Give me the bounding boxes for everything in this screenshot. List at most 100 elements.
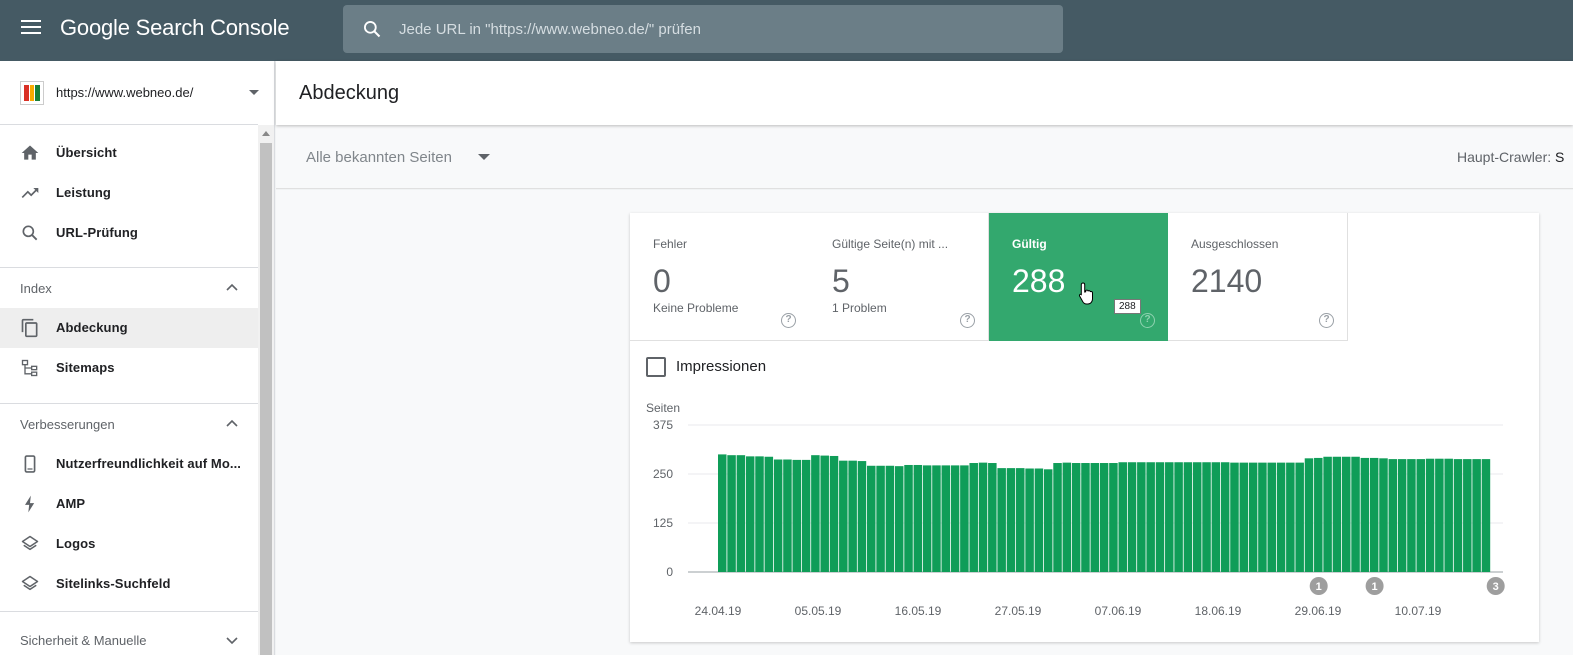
tile-value: 288: [1012, 263, 1066, 299]
chart-bar: [1314, 457, 1323, 572]
chart-bar: [848, 460, 857, 572]
top-app-bar: Google Search Console: [0, 0, 1573, 61]
chart-bar: [941, 465, 951, 572]
sidebar-item-sitemaps[interactable]: Sitemaps: [0, 348, 258, 388]
chart-bar: [1444, 458, 1453, 572]
scroll-up-arrow-icon[interactable]: [262, 131, 270, 136]
chart-bar: [969, 463, 978, 572]
chart-bar: [764, 456, 774, 572]
y-tick-label: 0: [666, 565, 673, 579]
tile-errors[interactable]: Fehler 0 Keine Probleme ?: [630, 213, 810, 341]
help-icon[interactable]: ?: [781, 313, 796, 328]
sitemap-icon: [21, 359, 38, 377]
impressions-label: Impressionen: [676, 358, 767, 375]
section-label: Verbesserungen: [20, 417, 115, 432]
chart-bar: [1146, 462, 1155, 572]
sidebar-item-mobile-usability[interactable]: Nutzerfreundlichkeit auf Mo...: [0, 444, 258, 484]
tile-valid-with-warnings[interactable]: Gültige Seite(n) mit ... 5 1 Problem ?: [809, 213, 989, 341]
tile-value: 2140: [1191, 263, 1263, 299]
chart-bar: [1388, 459, 1398, 572]
layers-icon: [21, 575, 39, 591]
chart-bar: [1481, 459, 1491, 572]
sidebar-item-label: Übersicht: [56, 145, 117, 160]
chart-bar: [1183, 462, 1193, 572]
chart-bar: [1472, 459, 1481, 572]
chart-bar: [876, 465, 885, 572]
annotation-label: 3: [1493, 581, 1499, 593]
chart-bar: [1286, 462, 1295, 572]
tile-valid[interactable]: Gültig 288 ?: [989, 213, 1169, 341]
chart-bar: [1034, 468, 1044, 572]
sidebar-item-overview[interactable]: Übersicht: [0, 133, 258, 173]
scrollbar-thumb[interactable]: [260, 143, 272, 655]
search-input[interactable]: [399, 5, 1039, 53]
search-icon: [22, 225, 38, 241]
menu-icon[interactable]: [21, 20, 41, 36]
tile-title: Fehler: [653, 237, 688, 251]
help-icon[interactable]: ?: [960, 313, 975, 328]
section-header-security[interactable]: Sicherheit & Manuelle: [0, 620, 258, 655]
chart-bar: [885, 465, 895, 572]
layers-icon: [21, 535, 39, 551]
sidebar-item-label: Sitelinks-Suchfeld: [56, 576, 171, 591]
sidebar-item-coverage[interactable]: Abdeckung: [0, 308, 258, 348]
chart-bar: [1211, 462, 1221, 572]
help-icon[interactable]: ?: [1319, 313, 1334, 328]
sidebar-item-label: Leistung: [56, 185, 111, 200]
chart-bar: [1360, 457, 1370, 572]
chart-bar: [894, 466, 904, 572]
sidebar-item-sitelinks-searchbox[interactable]: Sitelinks-Suchfeld: [0, 564, 258, 604]
chart-bar: [1071, 463, 1081, 572]
sidebar-item-label: Logos: [56, 536, 96, 551]
chart-bar: [1118, 462, 1127, 572]
chart-bar: [1463, 459, 1472, 572]
chart-bar: [1165, 462, 1174, 572]
chart-bar: [773, 459, 783, 572]
chart-bar: [745, 456, 755, 572]
sidebar-item-amp[interactable]: AMP: [0, 484, 258, 524]
search-icon[interactable]: [362, 19, 382, 39]
tile-title: Ausgeschlossen: [1191, 237, 1279, 251]
chart-bar: [988, 463, 997, 572]
divider: [0, 611, 258, 612]
chart-bar: [857, 461, 867, 572]
page-header: Abdeckung: [276, 61, 1573, 125]
sidebar-item-logos[interactable]: Logos: [0, 524, 258, 564]
section-label: Index: [20, 281, 52, 296]
section-header-index[interactable]: Index: [0, 268, 258, 308]
chart-bar: [950, 465, 960, 572]
x-tick-label: 05.05.19: [795, 604, 842, 618]
app-title[interactable]: Google Search Console: [60, 15, 290, 41]
sidebar-item-label: Abdeckung: [56, 320, 128, 335]
chart-bar: [1248, 462, 1258, 572]
x-tick-label: 27.05.19: [995, 604, 1042, 618]
chart-bar: [1220, 462, 1230, 572]
section-header-improvements[interactable]: Verbesserungen: [0, 404, 258, 444]
chart-bar: [1407, 459, 1416, 572]
tile-excluded[interactable]: Ausgeschlossen 2140 ?: [1168, 213, 1348, 341]
sidebar-item-url-inspection[interactable]: URL-Prüfung: [0, 213, 258, 253]
tile-title: Gültig: [1012, 237, 1047, 251]
chart-bar: [1304, 458, 1314, 572]
y-tick-label: 250: [653, 467, 673, 481]
chart-bar: [997, 468, 1006, 572]
chevron-up-icon: [226, 283, 238, 291]
chevron-down-icon[interactable]: [478, 154, 490, 160]
impressions-checkbox[interactable]: [646, 357, 666, 377]
chart-bar: [1025, 468, 1034, 572]
help-icon[interactable]: ?: [1140, 313, 1155, 328]
chart-bar: [1109, 463, 1118, 572]
sidebar-scrollbar[interactable]: [258, 125, 274, 655]
crawler-label: Haupt-Crawler:: [1457, 149, 1552, 165]
sidebar: https://www.webneo.de/ Übersicht Leistun…: [0, 61, 275, 655]
pages-filter-dropdown[interactable]: Alle bekannten Seiten: [306, 149, 452, 166]
url-inspection-search[interactable]: [343, 5, 1063, 53]
property-selector[interactable]: https://www.webneo.de/: [0, 61, 259, 125]
chart-bar: [1043, 469, 1053, 572]
sidebar-item-performance[interactable]: Leistung: [0, 173, 258, 213]
crawler-info: Haupt-Crawler: S: [1457, 149, 1564, 165]
chart-bar: [1369, 457, 1379, 572]
filter-bar: Alle bekannten Seiten Haupt-Crawler: S: [276, 125, 1573, 189]
annotation-label: 1: [1372, 581, 1378, 593]
chart-bar: [736, 455, 746, 572]
